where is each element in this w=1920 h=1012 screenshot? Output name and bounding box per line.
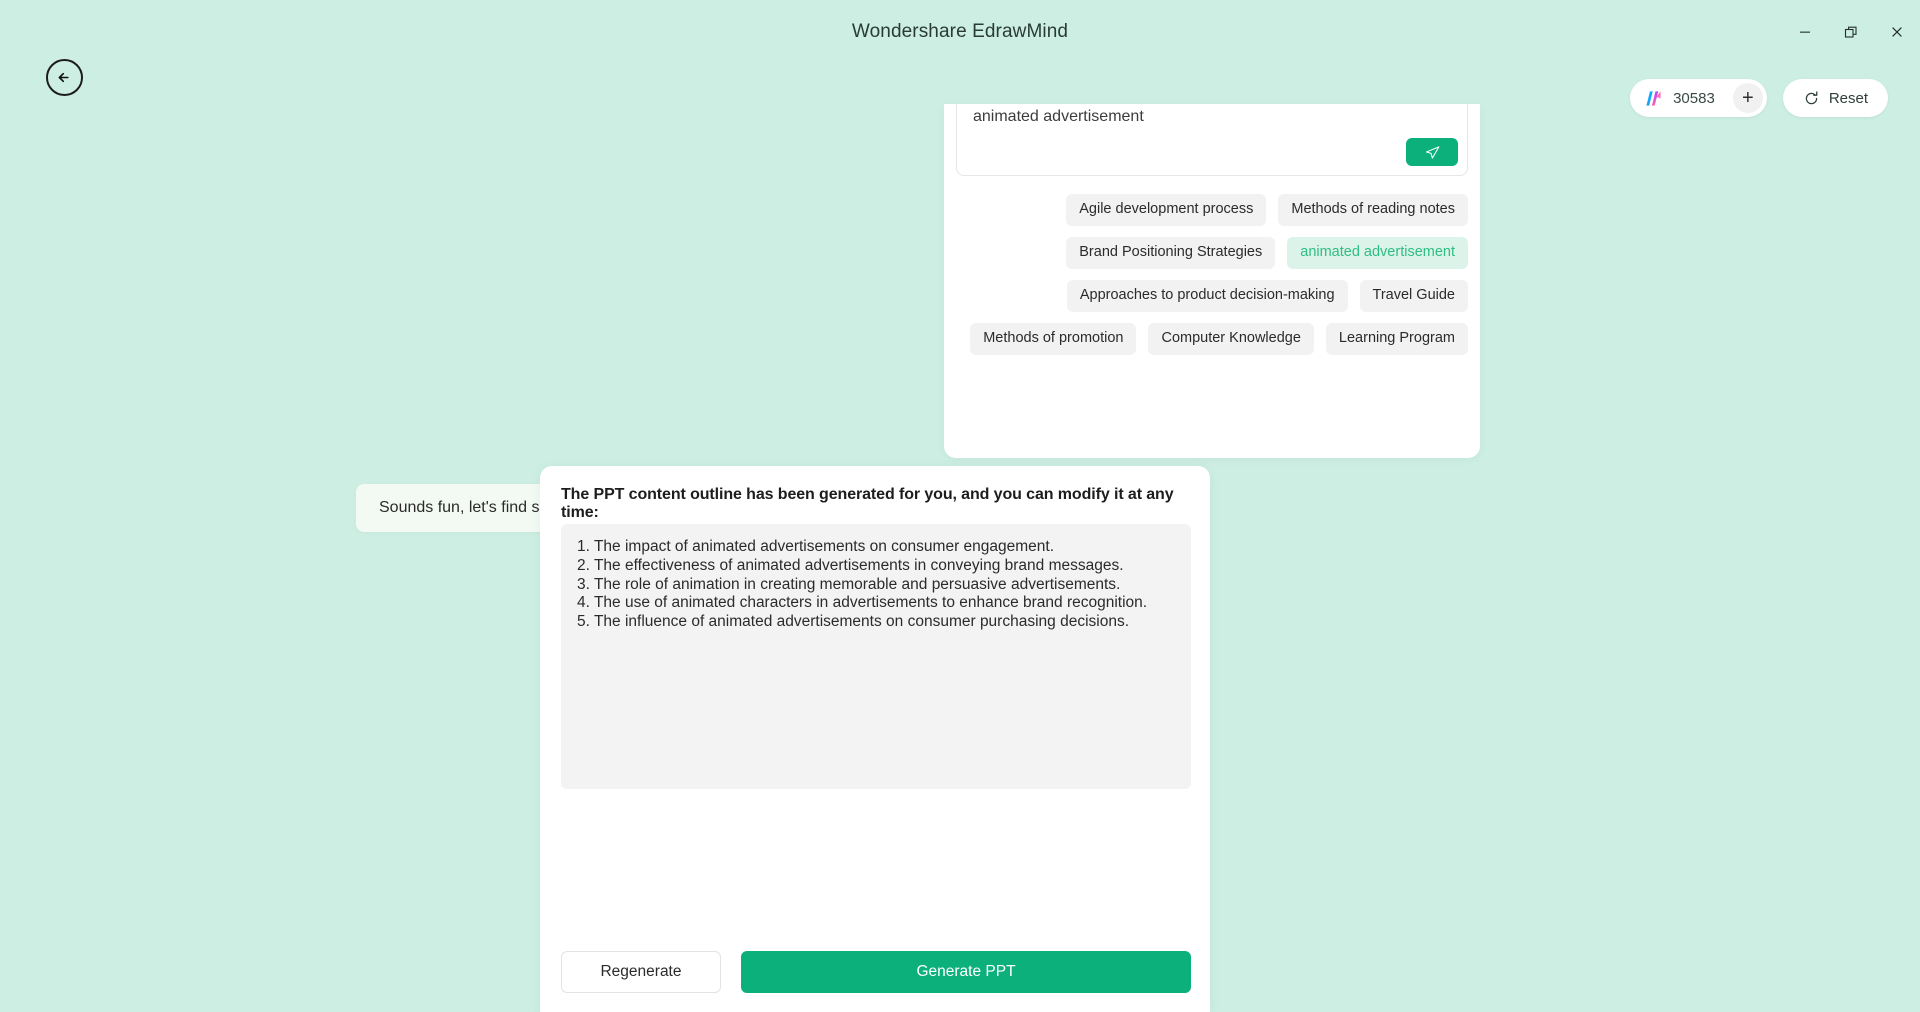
restore-icon [1844, 26, 1857, 38]
outline-item[interactable]: 3. The role of animation in creating mem… [577, 576, 1175, 595]
wondershare-logo-icon [1646, 90, 1661, 106]
send-button[interactable] [1406, 138, 1458, 166]
suggestion-chip-row: Methods of promotion Computer Knowledge Le… [956, 322, 1468, 355]
outline-editor[interactable]: 1. The impact of animated advertisements… [561, 524, 1191, 789]
reset-button[interactable]: Reset [1782, 79, 1888, 117]
suggestion-chip-row: Brand Positioning Strategies animated adv… [956, 236, 1468, 269]
outline-item[interactable]: 5. The influence of animated advertiseme… [577, 613, 1175, 632]
window-controls [1782, 0, 1920, 64]
send-plane-icon [1425, 145, 1439, 159]
refresh-icon [1805, 90, 1818, 104]
suggestion-chip[interactable]: Learning Program [1325, 322, 1468, 355]
chat-panel: animated advertisement Agile development… [944, 104, 1480, 458]
outline-panel: The PPT content outline has been generat… [540, 466, 1210, 1012]
arrow-left-icon [58, 72, 69, 83]
suggestion-chip[interactable]: Computer Knowledge [1148, 322, 1314, 355]
suggestion-chip-row: Agile development process Methods of read… [956, 194, 1468, 226]
outline-actions: Regenerate Generate PPT [561, 951, 1191, 993]
credit-count: 30583 [1673, 89, 1715, 107]
restore-button[interactable] [1828, 12, 1874, 52]
close-button[interactable] [1874, 12, 1920, 52]
suggestion-chips: Agile development process Methods of read… [956, 194, 1468, 366]
outline-heading: The PPT content outline has been generat… [561, 486, 1174, 521]
outline-item[interactable]: 2. The effectiveness of animated adverti… [577, 557, 1175, 576]
suggestion-chip[interactable]: Methods of promotion [970, 322, 1137, 355]
minimize-icon [1800, 31, 1810, 33]
minimize-button[interactable] [1782, 12, 1828, 52]
regenerate-button[interactable]: Regenerate [561, 951, 721, 993]
reset-label: Reset [1828, 89, 1868, 107]
title-bar: Wondershare EdrawMind [0, 0, 1920, 64]
window-title: Wondershare EdrawMind [851, 21, 1069, 42]
close-icon [1892, 27, 1902, 37]
suggestion-chip[interactable]: animated advertisement [1287, 236, 1468, 269]
prompt-input-value[interactable]: animated advertisement [973, 108, 1144, 126]
outline-item[interactable]: 4. The use of animated characters in adv… [577, 594, 1175, 613]
back-button[interactable] [46, 59, 83, 96]
suggestion-chip[interactable]: Methods of reading notes [1278, 194, 1468, 226]
credits-pill[interactable]: 30583 + [1630, 79, 1767, 117]
suggestion-chip[interactable]: Travel Guide [1359, 279, 1468, 312]
prompt-input-wrapper[interactable]: animated advertisement [956, 104, 1468, 176]
app-window: Wondershare EdrawMind 30583 + Reset anim… [0, 0, 1920, 1012]
suggestion-chip[interactable]: Brand Positioning Strategies [1066, 236, 1276, 269]
suggestion-chip-row: Approaches to product decision-making Tra… [956, 279, 1468, 312]
top-right-actions: 30583 + Reset [1630, 79, 1888, 117]
suggestion-chip[interactable]: Agile development process [1066, 194, 1267, 226]
add-credits-button[interactable]: + [1732, 83, 1763, 113]
generate-ppt-button[interactable]: Generate PPT [741, 951, 1191, 993]
suggestion-chip[interactable]: Approaches to product decision-making [1066, 279, 1348, 312]
outline-item[interactable]: 1. The impact of animated advertisements… [577, 538, 1175, 557]
